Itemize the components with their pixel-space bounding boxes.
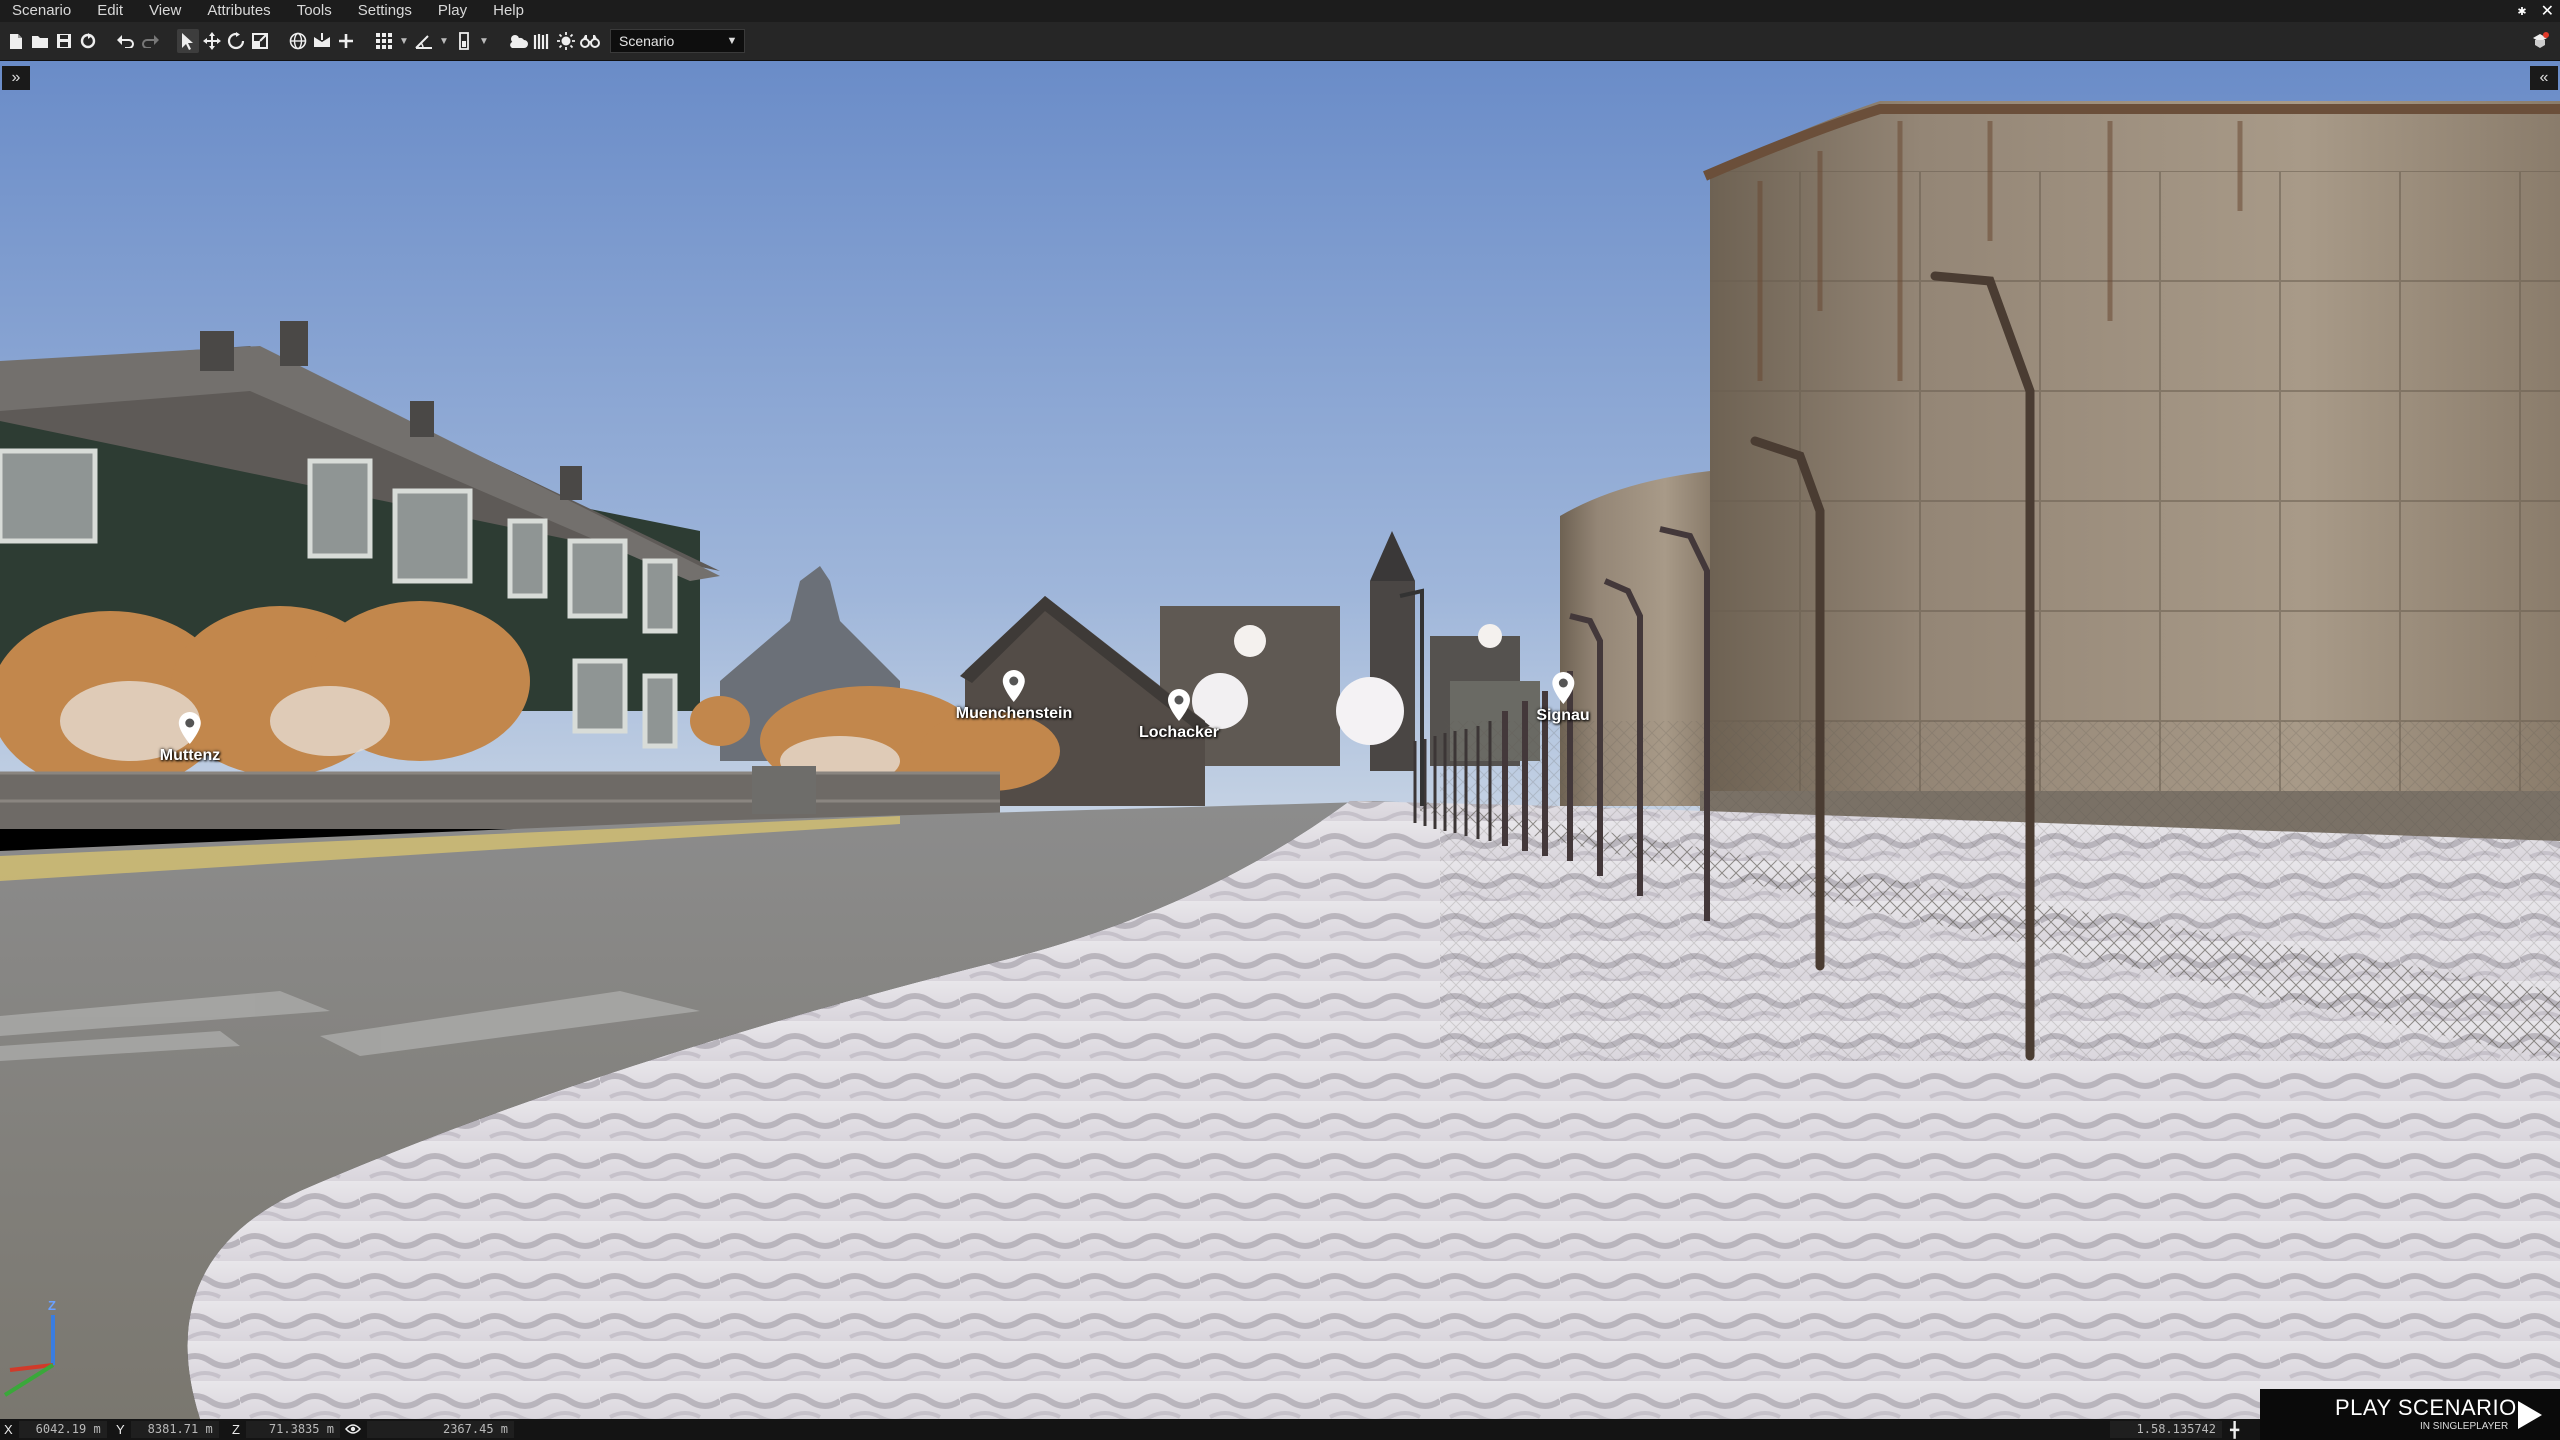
add-icon[interactable]	[335, 29, 357, 53]
menu-bar: Scenario Edit View Attributes Tools Sett…	[0, 0, 2560, 22]
close-icon[interactable]: ✕	[2541, 1, 2554, 21]
coord-x: X 6042.19 m	[4, 1419, 107, 1440]
angle-dropdown-icon[interactable]: ▼	[437, 29, 451, 53]
coord-x-label: X	[4, 1422, 13, 1437]
scene-render	[0, 61, 2560, 1419]
view-distance-value: 2367.45 m	[367, 1421, 514, 1438]
location-marker-label: Signau	[1536, 707, 1590, 724]
location-marker-muttenz[interactable]: Muttenz	[160, 711, 220, 765]
rotate-icon[interactable]	[225, 29, 247, 53]
grid-icon[interactable]	[373, 29, 395, 53]
weather-icon[interactable]	[507, 29, 529, 53]
save-icon[interactable]	[53, 29, 75, 53]
menu-edit[interactable]: Edit	[84, 0, 136, 22]
map-pin-icon	[1003, 670, 1025, 702]
coord-z-value: 71.3835 m	[245, 1421, 340, 1438]
fog-icon[interactable]	[531, 29, 553, 53]
left-panel-toggle[interactable]: »	[2, 66, 30, 90]
coord-z-label: Z	[232, 1422, 240, 1437]
menu-scenario[interactable]: Scenario	[0, 0, 84, 22]
notification-icon[interactable]	[2528, 29, 2552, 53]
select-icon[interactable]	[177, 29, 199, 53]
axis-gizmo: Z	[3, 1298, 56, 1397]
pin-icon[interactable]: ✱	[2517, 5, 2526, 18]
coord-z: Z 71.3835 m	[232, 1419, 340, 1440]
version-readout: 1.58.135742 ╋	[2110, 1419, 2239, 1440]
location-marker-lochacker[interactable]: Lochacker	[1139, 688, 1219, 742]
scenario-select-value: Scenario	[619, 33, 675, 49]
menu-play[interactable]: Play	[425, 0, 480, 22]
snap-icon[interactable]	[311, 29, 333, 53]
window-controls: ✱ ✕	[2517, 0, 2554, 22]
play-scenario-title: PLAY SCENARIO	[2335, 1395, 2517, 1420]
status-bar: X 6042.19 m Y 8381.71 m Z 71.3835 m 2367…	[0, 1419, 2560, 1440]
coord-y: Y 8381.71 m	[116, 1419, 219, 1440]
menu-help[interactable]: Help	[480, 0, 537, 22]
toolbar: ▼ ▼ ▼ Scenario ▼	[0, 22, 2560, 61]
coord-y-value: 8381.71 m	[130, 1421, 219, 1438]
map-pin-icon	[1552, 672, 1574, 704]
undo-icon[interactable]	[115, 29, 137, 53]
view-distance: 2367.45 m	[345, 1419, 514, 1440]
scenario-select[interactable]: Scenario ▼	[610, 29, 745, 53]
coord-y-label: Y	[116, 1422, 125, 1437]
eye-icon	[345, 1422, 361, 1437]
menu-tools[interactable]: Tools	[284, 0, 345, 22]
play-scenario-subtitle: IN SINGLEPLAYER	[2420, 1421, 2509, 1432]
right-panel-toggle[interactable]: «	[2530, 66, 2558, 90]
location-marker-signau[interactable]: Signau	[1536, 671, 1590, 725]
vertical-icon[interactable]	[453, 29, 475, 53]
angle-icon[interactable]	[413, 29, 435, 53]
refresh-icon[interactable]	[77, 29, 99, 53]
play-scenario-button[interactable]: PLAY SCENARIO IN SINGLEPLAYER	[2260, 1389, 2560, 1440]
scale-icon[interactable]	[249, 29, 271, 53]
new-file-icon[interactable]	[5, 29, 27, 53]
chevron-down-icon: ▼	[726, 35, 738, 47]
sun-icon[interactable]	[555, 29, 577, 53]
location-marker-label: Lochacker	[1138, 724, 1220, 741]
grid-dropdown-icon[interactable]: ▼	[397, 29, 411, 53]
redo-icon[interactable]	[139, 29, 161, 53]
play-icon	[2518, 1401, 2542, 1429]
snap-toggle-icon[interactable]: ╋	[2230, 1421, 2239, 1439]
3d-viewport[interactable]: Muttenz Muenchenstein Lochacker Signau	[0, 61, 2560, 1419]
globe-icon[interactable]	[287, 29, 309, 53]
move-icon[interactable]	[201, 29, 223, 53]
open-folder-icon[interactable]	[29, 29, 51, 53]
binoculars-icon[interactable]	[579, 29, 601, 53]
location-marker-muenchenstein[interactable]: Muenchenstein	[956, 669, 1072, 723]
vertical-dropdown-icon[interactable]: ▼	[477, 29, 491, 53]
version-value: 1.58.135742	[2110, 1421, 2222, 1438]
map-pin-icon	[1167, 689, 1190, 721]
menu-view[interactable]: View	[136, 0, 194, 22]
coord-x-value: 6042.19 m	[18, 1421, 107, 1438]
axis-z-label: Z	[48, 1298, 56, 1313]
menu-settings[interactable]: Settings	[345, 0, 425, 22]
location-marker-label: Muenchenstein	[955, 705, 1073, 722]
map-pin-icon	[179, 712, 201, 744]
location-marker-label: Muttenz	[159, 747, 221, 764]
menu-attributes[interactable]: Attributes	[194, 0, 283, 22]
